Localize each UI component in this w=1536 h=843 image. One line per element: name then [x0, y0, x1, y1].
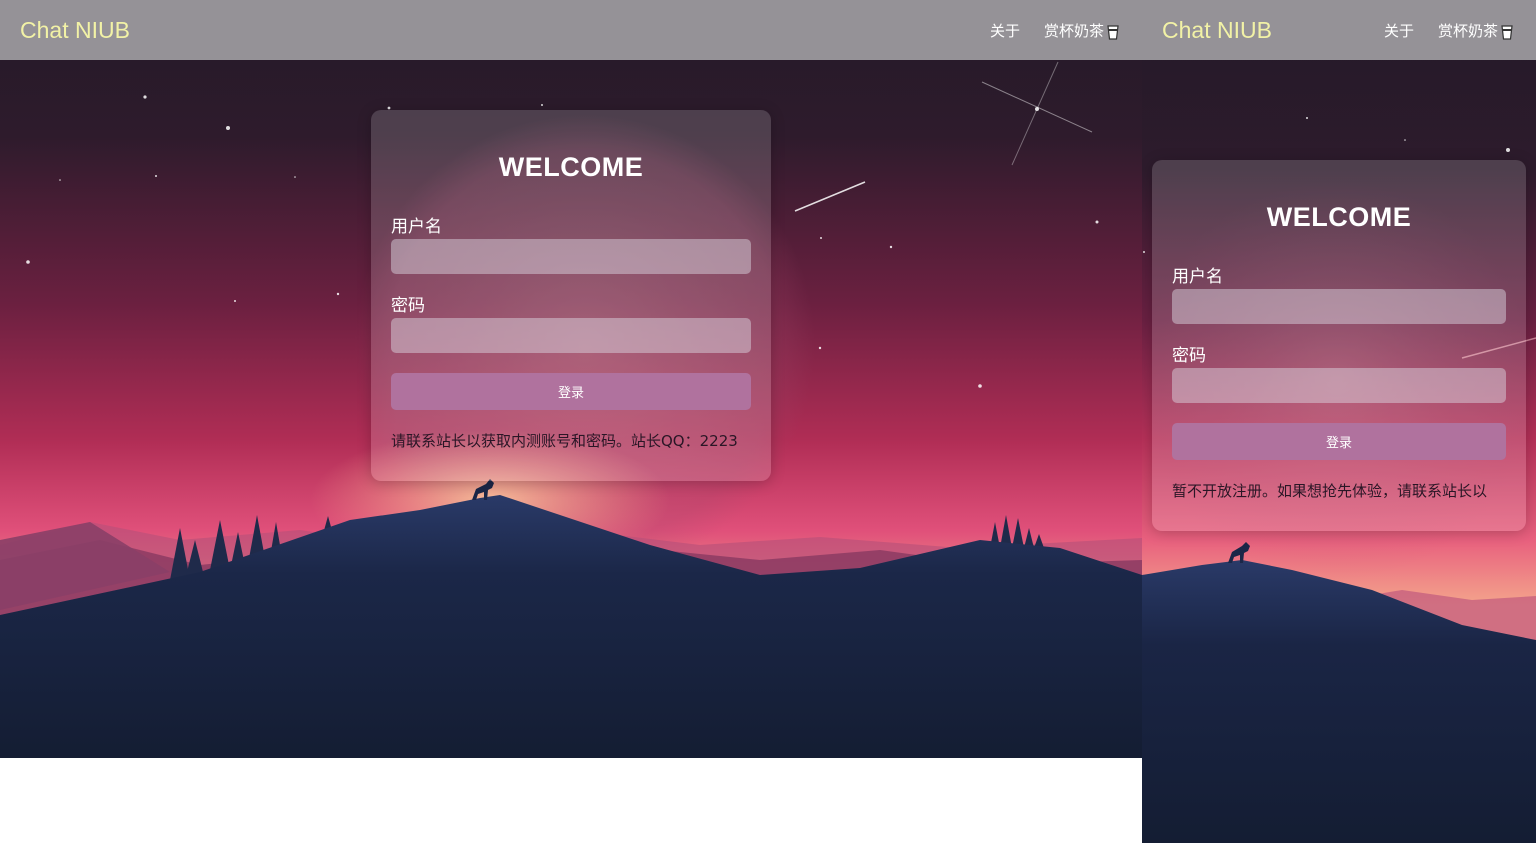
welcome-heading: WELCOME [498, 152, 644, 182]
nav-tip-link[interactable]: 赏杯奶茶 [1438, 20, 1514, 42]
password-input[interactable] [1172, 368, 1506, 403]
nav-about-link[interactable]: 关于 [990, 20, 1020, 42]
notice-text: 暂不开放注册。如果想抢先体验，请联系站长以 [1172, 482, 1488, 500]
site-logo-text[interactable]: Chat NIUB [1162, 16, 1272, 44]
username-label: 用户名 [1172, 267, 1223, 287]
milk-tea-cup-icon [1500, 23, 1514, 40]
nav-tip-link[interactable]: 赏杯奶茶 [1044, 20, 1120, 42]
top-navbar: Chat NIUB 关于 赏杯奶茶 [1142, 0, 1536, 60]
nav-about-link[interactable]: 关于 [1384, 20, 1414, 42]
username-label: 用户名 [391, 217, 442, 237]
nav-links: 关于 赏杯奶茶 [990, 20, 1120, 42]
notice-marquee: 请联系站长以获取内测账号和密码。站长QQ：2223 [391, 430, 751, 454]
nav-about-label: 关于 [989, 22, 1020, 40]
top-navbar: Chat NIUB 关于 赏杯奶茶 [0, 0, 1142, 60]
milk-tea-cup-icon [1106, 23, 1120, 40]
nav-about-label: 关于 [1383, 22, 1414, 40]
password-input[interactable] [391, 318, 751, 353]
notice-marquee: 暂不开放注册。如果想抢先体验，请联系站长以 [1172, 480, 1506, 504]
mobile-view: Chat NIUB 关于 赏杯奶茶 WELCOME 用户名 密码 登录 暂不开放… [1142, 0, 1536, 843]
notice-text: 请联系站长以获取内测账号和密码。站长QQ：2223 [391, 432, 738, 450]
nav-tip-label: 赏杯奶茶 [1437, 22, 1498, 40]
username-input[interactable] [1172, 289, 1506, 324]
password-label: 密码 [391, 296, 425, 316]
password-label: 密码 [1172, 346, 1206, 366]
login-button[interactable]: 登录 [1172, 423, 1506, 460]
desktop-view: Chat NIUB 关于 赏杯奶茶 WELCOME 用户名 密码 登录 请联系站… [0, 0, 1142, 758]
login-card: WELCOME 用户名 密码 登录 暂不开放注册。如果想抢先体验，请联系站长以 [1152, 160, 1526, 531]
nav-tip-label: 赏杯奶茶 [1043, 22, 1104, 40]
welcome-heading: WELCOME [1266, 202, 1412, 232]
nav-links: 关于 赏杯奶茶 [1384, 20, 1514, 42]
username-input[interactable] [391, 239, 751, 274]
site-logo-text[interactable]: Chat NIUB [20, 16, 130, 44]
login-card: WELCOME 用户名 密码 登录 请联系站长以获取内测账号和密码。站长QQ：2… [371, 110, 771, 481]
login-button[interactable]: 登录 [391, 373, 751, 410]
